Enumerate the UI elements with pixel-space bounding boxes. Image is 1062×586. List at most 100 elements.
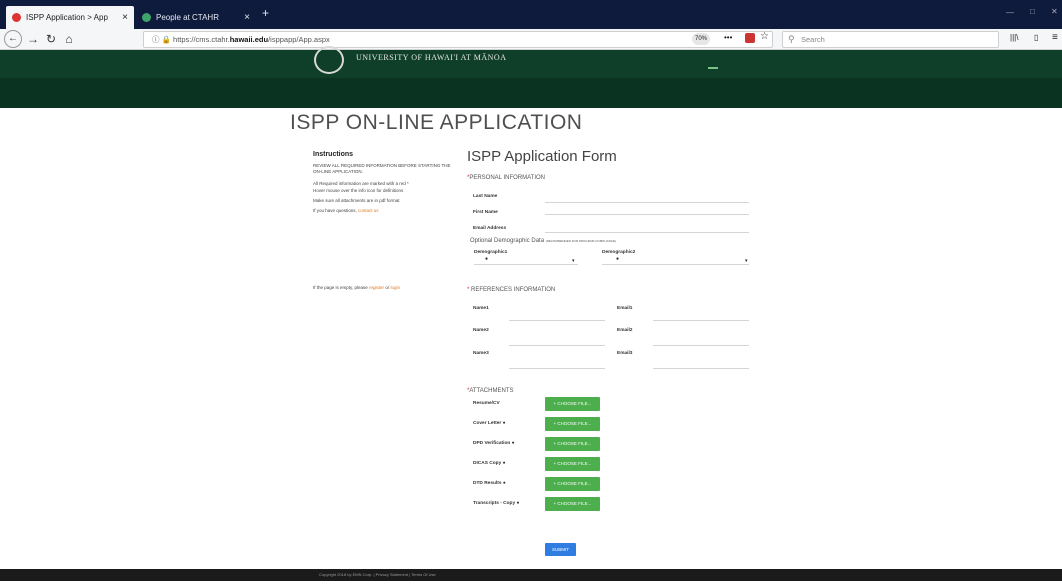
chevron-down-icon[interactable]: ▾ bbox=[745, 258, 748, 264]
dtd-results-text: DTD Results bbox=[473, 481, 502, 486]
cover-letter-choose-file-button[interactable]: + CHOOSE FILE... bbox=[545, 417, 600, 431]
optional-label: Optional Demographic Data bbox=[470, 238, 545, 244]
new-tab-button[interactable]: + bbox=[262, 6, 269, 20]
page-actions-menu-icon[interactable]: ••• bbox=[724, 33, 732, 42]
instructions-review: REVIEW ALL REQUIRED INFORMATION BEFORE S… bbox=[313, 163, 451, 174]
maximize-button[interactable]: □ bbox=[1030, 7, 1035, 16]
dicas-copy-label: DICAS Copy ● bbox=[473, 461, 506, 466]
favicon-icon bbox=[12, 13, 21, 22]
info-icon[interactable]: ● bbox=[485, 256, 488, 262]
dtd-results-label: DTD Results ● bbox=[473, 481, 506, 486]
email3-input[interactable] bbox=[653, 368, 749, 369]
form-title: ISPP Application Form bbox=[467, 148, 617, 165]
forward-icon[interactable]: → bbox=[24, 30, 42, 48]
email3-label: Email3 bbox=[617, 351, 633, 356]
info-icon[interactable]: ● bbox=[503, 461, 506, 466]
cover-letter-text: Cover Letter bbox=[473, 421, 502, 426]
email1-label: Email1 bbox=[617, 306, 633, 311]
name3-label: Name3 bbox=[473, 351, 489, 356]
close-window-button[interactable]: ✕ bbox=[1051, 7, 1058, 16]
submit-button[interactable]: SUBMIT bbox=[545, 543, 576, 556]
search-placeholder: Search bbox=[801, 35, 825, 44]
home-icon[interactable]: ⌂ bbox=[60, 30, 78, 48]
page-title: ISPP ON-LINE APPLICATION bbox=[290, 111, 583, 134]
or-text: or bbox=[385, 285, 390, 290]
address-bar[interactable]: ⓘ 🔒 https://cms.ctahr.hawaii.edu/isppapp… bbox=[143, 31, 773, 48]
pocket-icon[interactable] bbox=[745, 33, 755, 43]
name2-input[interactable] bbox=[509, 345, 605, 346]
dpd-verification-choose-file-button[interactable]: + CHOOSE FILE... bbox=[545, 437, 600, 451]
info-icon[interactable]: ● bbox=[516, 501, 519, 506]
tab-ispp-application[interactable]: ISPP Application > App × bbox=[6, 6, 134, 29]
contact-us-link[interactable]: contact us bbox=[358, 208, 379, 213]
attachments-section-heading: *ATTACHMENTS bbox=[467, 388, 514, 394]
empty-note-text: If the page is empty, please bbox=[313, 285, 368, 290]
email2-input[interactable] bbox=[653, 345, 749, 346]
footer-text: Copyright 2018 by EMN Corp. | Privacy St… bbox=[319, 572, 436, 577]
navigation-toolbar: ← → ↻ ⌂ ⓘ 🔒 https://cms.ctahr.hawaii.edu… bbox=[0, 29, 1062, 50]
last-name-input[interactable] bbox=[545, 202, 749, 203]
demographic2-select[interactable] bbox=[602, 264, 749, 265]
library-icon[interactable]: |||\ bbox=[1010, 33, 1018, 42]
transcripts-text: Transcripts - Copy bbox=[473, 501, 516, 506]
university-seal-logo[interactable] bbox=[314, 46, 344, 74]
back-icon[interactable]: ← bbox=[4, 30, 22, 48]
personal-section-heading: *PERSONAL INFORMATION bbox=[467, 175, 546, 181]
hamburger-menu-icon[interactable]: ≡ bbox=[1052, 32, 1058, 43]
zoom-level-badge[interactable]: 70% bbox=[692, 33, 710, 45]
lock-icon: 🔒 bbox=[161, 35, 174, 44]
info-icon[interactable]: ● bbox=[503, 421, 506, 426]
bookmark-star-icon[interactable]: ☆ bbox=[760, 31, 769, 42]
demographic2-label: Demographic2 bbox=[602, 250, 636, 255]
dicas-copy-choose-file-button[interactable]: + CHOOSE FILE... bbox=[545, 457, 600, 471]
university-name[interactable]: UNIVERSITY OF HAWAI'I AT MĀNOA bbox=[356, 53, 506, 62]
name3-input[interactable] bbox=[509, 368, 605, 369]
url-prefix: https://cms.ctahr. bbox=[173, 35, 230, 44]
first-name-input[interactable] bbox=[545, 214, 749, 215]
info-icon[interactable]: ● bbox=[503, 481, 506, 486]
nav-active-indicator bbox=[708, 67, 718, 69]
optional-note: (RECOMMENDED FOR PROGRAM COMPLIANCE) bbox=[545, 239, 617, 243]
email2-label: Email2 bbox=[617, 328, 633, 333]
tab-people-at-ctahr[interactable]: People at CTAHR × bbox=[136, 6, 256, 29]
login-link[interactable]: login bbox=[391, 285, 401, 290]
email1-input[interactable] bbox=[653, 320, 749, 321]
tab-title: ISPP Application > App bbox=[26, 13, 108, 22]
instructions-required: All Required information are marked with… bbox=[313, 181, 409, 186]
name2-label: Name2 bbox=[473, 328, 489, 333]
questions-text: If you have questions, bbox=[313, 208, 357, 213]
dicas-copy-text: DICAS Copy bbox=[473, 461, 502, 466]
demographic1-label: Demographic1 bbox=[474, 250, 508, 255]
chevron-down-icon[interactable]: ▾ bbox=[572, 258, 575, 264]
register-link[interactable]: register bbox=[369, 285, 384, 290]
tab-title: People at CTAHR bbox=[156, 13, 219, 22]
demographic1-select[interactable] bbox=[474, 264, 578, 265]
footer: Copyright 2018 by EMN Corp. | Privacy St… bbox=[0, 569, 1062, 581]
first-name-label: First Name bbox=[473, 210, 498, 215]
url-path: /isppapp/App.aspx bbox=[268, 35, 330, 44]
sidebar-icon[interactable]: ▯ bbox=[1034, 33, 1038, 42]
name1-input[interactable] bbox=[509, 320, 605, 321]
email-input[interactable] bbox=[545, 232, 749, 233]
info-icon[interactable]: ● bbox=[512, 441, 515, 446]
transcripts-choose-file-button[interactable]: + CHOOSE FILE... bbox=[545, 497, 600, 511]
dtd-results-choose-file-button[interactable]: + CHOOSE FILE... bbox=[545, 477, 600, 491]
references-section-heading: * REFERENCES INFORMATION bbox=[467, 287, 556, 293]
cover-letter-label: Cover Letter ● bbox=[473, 421, 506, 426]
info-icon[interactable]: ● bbox=[616, 256, 619, 262]
close-tab-icon[interactable]: × bbox=[244, 12, 250, 23]
email-label: Email Address bbox=[473, 226, 507, 231]
attachments-section-label: ATTACHMENTS bbox=[469, 388, 514, 394]
browser-tab-bar: ISPP Application > App × People at CTAHR… bbox=[0, 0, 1062, 29]
reload-icon[interactable]: ↻ bbox=[42, 30, 60, 48]
references-section-label: REFERENCES INFORMATION bbox=[471, 287, 556, 293]
close-tab-icon[interactable]: × bbox=[122, 12, 128, 23]
instructions-questions: If you have questions, contact us bbox=[313, 208, 463, 214]
resume-choose-file-button[interactable]: + CHOOSE FILE... bbox=[545, 397, 600, 411]
search-input[interactable]: ⚲ Search bbox=[782, 31, 999, 48]
minimize-button[interactable]: — bbox=[1006, 8, 1014, 17]
instructions-heading: Instructions bbox=[313, 151, 354, 158]
empty-page-note: If the page is empty, please register or… bbox=[313, 285, 463, 291]
personal-section-label: PERSONAL INFORMATION bbox=[469, 175, 546, 181]
resume-label: Resume/CV bbox=[473, 401, 500, 406]
